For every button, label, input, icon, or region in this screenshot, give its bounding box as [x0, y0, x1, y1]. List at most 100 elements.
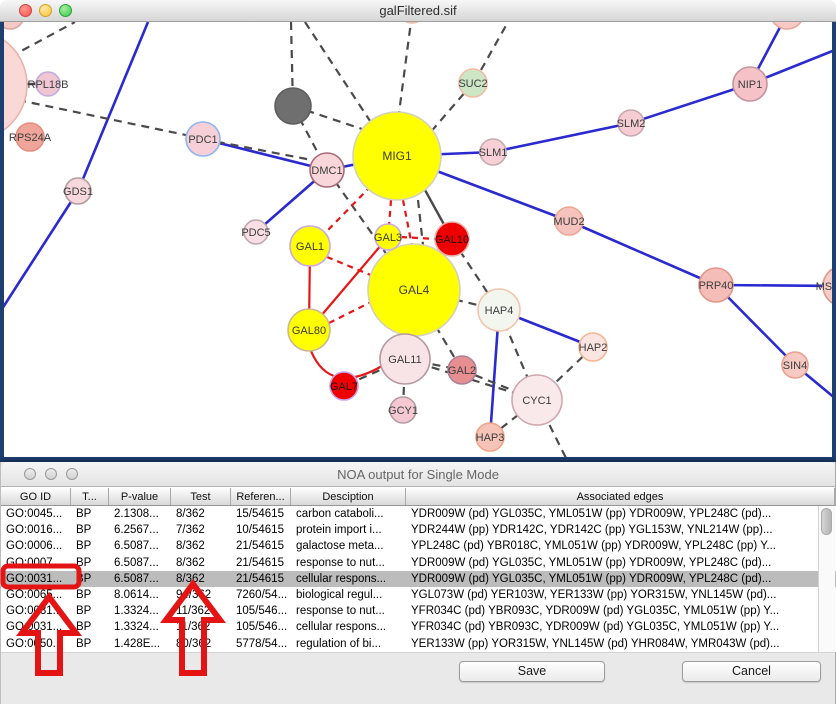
node-label-SLM1: SLM1 — [479, 147, 508, 159]
cell: carbon cataboli... — [291, 506, 406, 522]
edge-pd — [481, 22, 508, 70]
network-window: galFiltered.sif RPL18BRPS24AGDS1PDC1MIG1… — [0, 0, 836, 462]
node-left-large[interactable] — [4, 30, 27, 140]
cell: 8.0614... — [109, 587, 171, 603]
minimize-button[interactable] — [39, 4, 52, 17]
cell: BP — [71, 538, 109, 554]
cell: biological regul... — [291, 587, 406, 603]
node-label-GAL11: GAL11 — [388, 354, 421, 366]
node-label-MIG1: MIG1 — [382, 149, 412, 163]
node-top-green-clipped[interactable] — [399, 22, 425, 23]
table-row[interactable]: GO:0050...BP1.428E...80/3625778/54...reg… — [1, 636, 836, 652]
cell: 8/362 — [171, 571, 231, 587]
minimize-button-inactive[interactable] — [45, 468, 57, 480]
column-header-3[interactable]: Test — [171, 488, 231, 505]
column-header-6[interactable]: Associated edges — [406, 488, 835, 505]
zoom-button[interactable] — [59, 4, 72, 17]
table-row-selected[interactable]: GO:0031...BP6.5087...8/36221/54615cellul… — [1, 571, 836, 587]
save-button[interactable]: Save — [459, 661, 605, 682]
node-label-GAL2: GAL2 — [448, 365, 476, 377]
table-row[interactable]: GO:0006...BP6.5087...8/36221/54615galact… — [1, 538, 836, 554]
cell: 6.5087... — [109, 555, 171, 571]
column-header-0[interactable]: GO ID — [1, 488, 71, 505]
network-svg: RPL18BRPS24AGDS1PDC1MIG1DMC1SUC2NIP1SLM2… — [4, 22, 832, 457]
node-label-GAL80: GAL80 — [292, 325, 326, 337]
cell: 21/54615 — [231, 571, 291, 587]
table-row[interactable]: GO:0031...BP1.3324...11/362105/546...cel… — [1, 619, 836, 635]
cell: 1.3324... — [109, 619, 171, 635]
table-row[interactable]: GO:0031...BP1.3324...11/362105/546...res… — [1, 603, 836, 619]
zoom-button-inactive[interactable] — [66, 468, 78, 480]
vertical-scrollbar[interactable] — [818, 506, 835, 652]
node-top-left-clipped[interactable] — [4, 22, 24, 29]
edge-pp — [569, 221, 716, 285]
cell: cellular respons... — [291, 619, 406, 635]
column-header-4[interactable]: Referen... — [231, 488, 291, 505]
cell: GO:0016... — [1, 522, 71, 538]
cell: GO:0031... — [1, 619, 71, 635]
cell: 1.428E... — [109, 636, 171, 652]
cell: YER133W (pp) YOR315W, YNL145W (pd) YHR08… — [406, 636, 836, 652]
node-label-PDC1: PDC1 — [188, 134, 217, 146]
cell: GO:0050... — [1, 636, 71, 652]
cell: 6.5087... — [109, 538, 171, 554]
node-label-GAL10: GAL10 — [435, 234, 469, 246]
cell: 11/362 — [171, 619, 231, 635]
edge-sel_pd — [389, 200, 391, 226]
cell: protein import i... — [291, 522, 406, 538]
node-top-right-clipped[interactable] — [770, 22, 804, 29]
network-canvas[interactable]: RPL18BRPS24AGDS1PDC1MIG1DMC1SUC2NIP1SLM2… — [0, 22, 836, 462]
close-button[interactable] — [19, 4, 32, 17]
cell: BP — [71, 603, 109, 619]
cell: response to nut... — [291, 603, 406, 619]
cell: 10/54615 — [231, 522, 291, 538]
cell: 2.1308... — [109, 506, 171, 522]
cell: 5778/54... — [231, 636, 291, 652]
column-header-5[interactable]: Desciption — [291, 488, 406, 505]
edge-pp — [78, 22, 148, 191]
noa-window-title: NOA output for Single Mode — [337, 467, 499, 482]
cancel-button[interactable]: Cancel — [682, 661, 821, 682]
node-label-RPL18B: RPL18B — [28, 79, 69, 91]
cell: YDR009W (pd) YGL035C, YML051W (pp) YDR00… — [406, 506, 836, 522]
cell: 105/546... — [231, 603, 291, 619]
node-label-CYC1: CYC1 — [522, 395, 551, 407]
table-row[interactable]: GO:0016...BP6.2567...7/36210/54615protei… — [1, 522, 836, 538]
node-label-GAL3: GAL3 — [374, 232, 402, 244]
node-label-GDS1: GDS1 — [63, 186, 93, 198]
noa-window-titlebar: NOA output for Single Mode — [1, 462, 835, 487]
cell: GO:0031... — [1, 603, 71, 619]
column-header-2[interactable]: P-value — [109, 488, 171, 505]
table-header: GO IDT...P-valueTestReferen...Desciption… — [1, 487, 835, 506]
table-row[interactable]: GO:0065...BP8.0614...94/3627260/54...bio… — [1, 587, 836, 603]
cell: response to nut... — [291, 555, 406, 571]
node-gray-node[interactable] — [275, 88, 311, 124]
column-header-1[interactable]: T... — [71, 488, 109, 505]
edge-pp — [4, 191, 78, 312]
node-label-HAP3: HAP3 — [476, 432, 505, 444]
noa-output-window: NOA output for Single Mode GO IDT...P-va… — [0, 462, 836, 704]
node-label-MSL5: MSL5 — [816, 281, 832, 293]
table-body: GO:0045...BP2.1308...8/36215/54615carbon… — [1, 506, 836, 652]
cell: GO:0007... — [1, 555, 71, 571]
cell: YGL073W (pd) YER103W, YER133W (pp) YOR31… — [406, 587, 836, 603]
node-label-GCY1: GCY1 — [388, 405, 418, 417]
cell: BP — [71, 636, 109, 652]
scrollbar-thumb[interactable] — [821, 508, 832, 535]
cell: 11/362 — [171, 603, 231, 619]
node-label-HAP4: HAP4 — [485, 305, 514, 317]
cell: GO:0045... — [1, 506, 71, 522]
close-button-inactive[interactable] — [24, 468, 36, 480]
cell: regulation of bi... — [291, 636, 406, 652]
cell: 21/54615 — [231, 538, 291, 554]
cell: BP — [71, 555, 109, 571]
edge-sel_pd — [403, 200, 412, 246]
table-row[interactable]: GO:0007...BP6.5087...8/36221/54615respon… — [1, 555, 836, 571]
table-row[interactable]: GO:0045...BP2.1308...8/36215/54615carbon… — [1, 506, 836, 522]
edge-sel_pd — [327, 257, 373, 276]
cell: 6.5087... — [109, 571, 171, 587]
cell: YDR009W (pd) YGL035C, YML051W (pp) YDR00… — [406, 571, 836, 587]
edge-pp — [631, 84, 750, 123]
cell: GO:0065... — [1, 587, 71, 603]
cell: 80/362 — [171, 636, 231, 652]
